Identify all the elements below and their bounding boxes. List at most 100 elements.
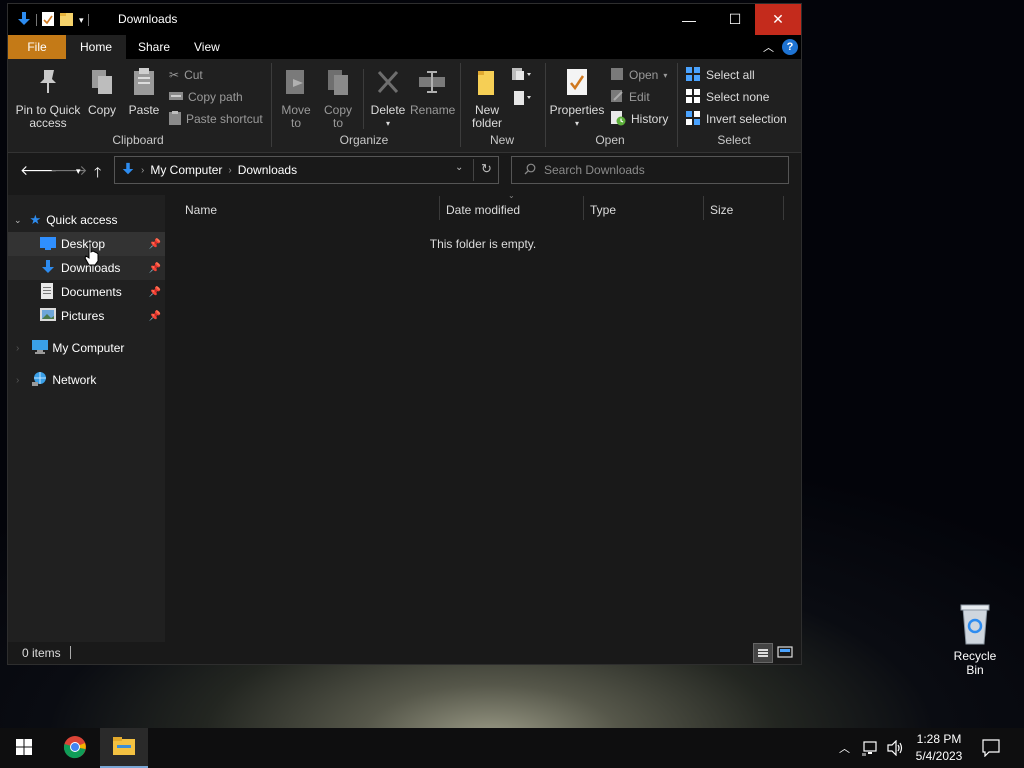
- file-explorer-window: ▾ Downloads — ☐ ✕ File Home Share View ︿…: [7, 3, 802, 665]
- clock-date: 5/4/2023: [915, 749, 963, 763]
- rename-button[interactable]: Rename: [410, 67, 455, 117]
- maximize-button[interactable]: ☐: [712, 4, 758, 35]
- cut-button[interactable]: ✂ Cut: [169, 66, 203, 84]
- search-box[interactable]: Search Downloads: [511, 156, 789, 184]
- chrome-icon: [63, 735, 87, 762]
- copy-button[interactable]: Copy: [86, 67, 118, 117]
- refresh-icon[interactable]: ↻: [481, 161, 492, 177]
- delete-label: Delete: [370, 103, 406, 117]
- select-none-button[interactable]: Select none: [685, 88, 769, 106]
- show-hidden-icons-chevron-icon[interactable]: ︿: [839, 740, 850, 756]
- pin-icon[interactable]: 📌: [149, 239, 161, 250]
- scissors-icon: ✂: [169, 68, 180, 82]
- network-tray-icon[interactable]: [862, 740, 880, 759]
- new-item-button[interactable]: [511, 67, 533, 84]
- breadcrumb-chevron-icon[interactable]: ›: [228, 165, 231, 176]
- select-none-label: Select none: [706, 90, 770, 104]
- column-divider[interactable]: [583, 196, 584, 220]
- address-dropdown-icon[interactable]: ⌄: [455, 162, 463, 173]
- tab-home[interactable]: Home: [66, 35, 127, 59]
- large-icons-view-icon[interactable]: [777, 644, 793, 663]
- pin-icon[interactable]: 📌: [149, 311, 161, 322]
- nav-pictures[interactable]: Pictures 📌: [8, 304, 165, 328]
- ribbon-tabs: File Home Share View ︿ ?: [8, 35, 801, 59]
- move-to-button[interactable]: Move to: [279, 67, 313, 130]
- copy-path-button[interactable]: Copy path: [169, 88, 243, 106]
- delete-button[interactable]: Delete ▾: [370, 67, 406, 130]
- invert-selection-label: Invert selection: [706, 112, 787, 126]
- select-all-button[interactable]: Select all: [685, 66, 755, 84]
- new-folder-qat-icon[interactable]: [59, 11, 75, 30]
- expand-chevron-icon[interactable]: ⌄: [14, 215, 22, 226]
- delete-dropdown-icon[interactable]: ▾: [370, 117, 406, 130]
- paste-shortcut-icon: [169, 110, 181, 128]
- minimize-ribbon-icon[interactable]: ︿: [763, 39, 774, 55]
- file-list[interactable]: Name ⌄ Date modified Type Size This fold…: [165, 190, 801, 642]
- group-separator: [460, 63, 461, 147]
- column-header-type[interactable]: Type: [590, 200, 616, 220]
- start-button[interactable]: [0, 728, 48, 768]
- tab-share[interactable]: Share: [124, 35, 184, 59]
- history-button[interactable]: History: [610, 110, 668, 128]
- pin-icon: [12, 67, 84, 100]
- breadcrumb-my-computer[interactable]: My Computer: [150, 163, 222, 177]
- column-divider[interactable]: [439, 196, 440, 220]
- close-icon: ✕: [772, 11, 784, 27]
- pin-to-quick-access-button[interactable]: Pin to Quick access: [12, 67, 84, 130]
- nav-quick-access[interactable]: ⌄ ★ Quick access: [8, 208, 165, 232]
- breadcrumb-downloads[interactable]: Downloads: [238, 163, 297, 177]
- properties-checkmark-icon: [549, 67, 605, 100]
- system-clock[interactable]: 1:28 PM 5/4/2023: [905, 731, 973, 765]
- taskbar-file-explorer[interactable]: [100, 728, 148, 768]
- help-icon[interactable]: ?: [782, 39, 798, 55]
- properties-button[interactable]: Properties ▾: [549, 67, 605, 130]
- tab-view[interactable]: View: [180, 35, 234, 59]
- qat-dropdown-icon[interactable]: ▾: [79, 15, 84, 26]
- edit-button[interactable]: Edit: [610, 88, 650, 106]
- up-arrow-icon[interactable]: 🡑: [94, 162, 101, 186]
- forward-arrow-icon[interactable]: 🡒: [50, 162, 88, 179]
- volume-icon[interactable]: [886, 739, 904, 759]
- column-divider[interactable]: [783, 196, 784, 220]
- taskbar-chrome[interactable]: [51, 728, 99, 768]
- expand-chevron-icon[interactable]: ›: [16, 343, 19, 354]
- open-label: Open: [629, 68, 659, 82]
- close-button[interactable]: ✕: [755, 4, 801, 35]
- nav-network[interactable]: › Network: [8, 368, 165, 392]
- address-bar[interactable]: › My Computer › Downloads ⌄ ↻: [114, 156, 499, 184]
- open-button[interactable]: Open ▾: [610, 66, 667, 84]
- minimize-button[interactable]: —: [666, 4, 712, 35]
- invert-selection-button[interactable]: Invert selection: [685, 110, 787, 128]
- properties-dropdown-icon[interactable]: ▾: [549, 117, 605, 130]
- pin-icon[interactable]: 📌: [149, 263, 161, 274]
- breadcrumb-chevron-icon[interactable]: ›: [141, 165, 144, 176]
- pin-icon[interactable]: 📌: [149, 287, 161, 298]
- nav-my-computer-label: My Computer: [52, 341, 125, 355]
- group-separator: [545, 63, 546, 147]
- tab-file[interactable]: File: [8, 35, 66, 59]
- copy-to-button[interactable]: Copy to: [322, 67, 354, 130]
- recycle-bin-icon: [944, 602, 1006, 649]
- documents-icon: [40, 282, 54, 302]
- title-bar[interactable]: ▾ Downloads — ☐ ✕: [8, 4, 801, 35]
- open-dropdown-icon[interactable]: ▾: [663, 71, 667, 80]
- expand-chevron-icon[interactable]: ›: [16, 375, 19, 386]
- paste-label: Paste: [128, 103, 160, 117]
- easy-access-button[interactable]: [511, 90, 533, 109]
- column-header-size[interactable]: Size: [710, 200, 733, 220]
- nav-documents[interactable]: Documents 📌: [8, 280, 165, 304]
- new-folder-button[interactable]: New folder: [468, 67, 506, 130]
- paste-shortcut-button[interactable]: Paste shortcut: [169, 110, 263, 128]
- downloads-arrow-icon: [16, 11, 32, 30]
- nav-my-computer[interactable]: › My Computer: [8, 336, 165, 360]
- action-center-icon[interactable]: [982, 739, 1000, 760]
- recent-locations-chevron-icon[interactable]: ▾: [76, 166, 81, 177]
- easy-access-icon: [511, 91, 533, 109]
- recycle-bin-desktop-icon[interactable]: Recycle Bin: [944, 602, 1006, 677]
- paste-button[interactable]: Paste: [126, 67, 162, 117]
- column-header-date-modified[interactable]: Date modified: [446, 200, 520, 220]
- column-header-name[interactable]: Name: [185, 200, 217, 220]
- details-view-icon[interactable]: [753, 643, 773, 663]
- properties-qat-icon[interactable]: [41, 11, 55, 30]
- column-divider[interactable]: [703, 196, 704, 220]
